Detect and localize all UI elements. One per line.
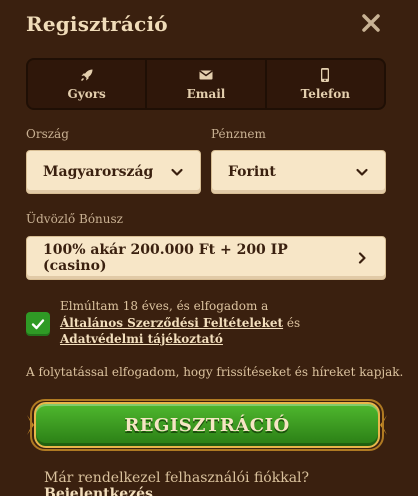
login-link[interactable]: Bejelentkezés xyxy=(44,486,153,496)
terms-text: Elmúltam 18 éves, és elfogadom a Általán… xyxy=(60,298,300,348)
privacy-link[interactable]: Adatvédelmi tájékoztató xyxy=(60,332,223,346)
envelope-icon xyxy=(198,67,214,83)
terms-line-1: Elmúltam 18 éves, és elfogadom a xyxy=(60,299,269,313)
registration-tabs: Gyors Email Telefon xyxy=(26,58,386,110)
tab-email[interactable]: Email xyxy=(147,60,267,108)
chevron-down-icon xyxy=(356,168,368,176)
tab-gyors[interactable]: Gyors xyxy=(28,60,148,108)
terms-checkbox[interactable] xyxy=(26,312,50,336)
currency-select[interactable]: Forint xyxy=(211,150,386,194)
tab-label: Gyors xyxy=(67,87,106,101)
bonus-select[interactable]: 100% akár 200.000 Ft + 200 IP (casino) xyxy=(26,236,386,280)
tab-label: Telefon xyxy=(300,87,350,101)
consent-text: A folytatással elfogadom, hogy frissítés… xyxy=(26,365,404,379)
close-icon xyxy=(362,14,380,32)
phone-icon xyxy=(317,67,333,83)
terms-link[interactable]: Általános Szerződési Feltételeket xyxy=(60,316,283,330)
chevron-down-icon xyxy=(171,168,183,176)
rocket-icon xyxy=(79,67,95,83)
chevron-right-icon xyxy=(358,252,366,264)
terms-and: és xyxy=(286,315,301,330)
bonus-value: 100% akár 200.000 Ft + 200 IP (casino) xyxy=(43,242,288,274)
bonus-label: Üdvözlő Bónusz xyxy=(26,212,123,226)
country-value: Magyarország xyxy=(43,164,154,180)
tab-label: Email xyxy=(186,87,226,101)
register-button[interactable]: REGISZTRÁCIÓ xyxy=(34,402,380,448)
login-prompt: Már rendelkezel felhasználói fiókkal? Be… xyxy=(44,470,418,496)
currency-label: Pénznem xyxy=(211,127,266,141)
page-title: Regisztráció xyxy=(26,12,168,36)
checkmark-icon xyxy=(31,319,45,330)
tab-telefon[interactable]: Telefon xyxy=(266,60,384,108)
country-select[interactable]: Magyarország xyxy=(26,150,201,194)
login-question: Már rendelkezel felhasználói fiókkal? xyxy=(44,470,310,486)
country-label: Ország xyxy=(26,127,69,141)
close-button[interactable] xyxy=(360,12,382,34)
currency-value: Forint xyxy=(228,164,276,180)
submit-button-frame: REGISZTRÁCIÓ xyxy=(26,398,388,452)
